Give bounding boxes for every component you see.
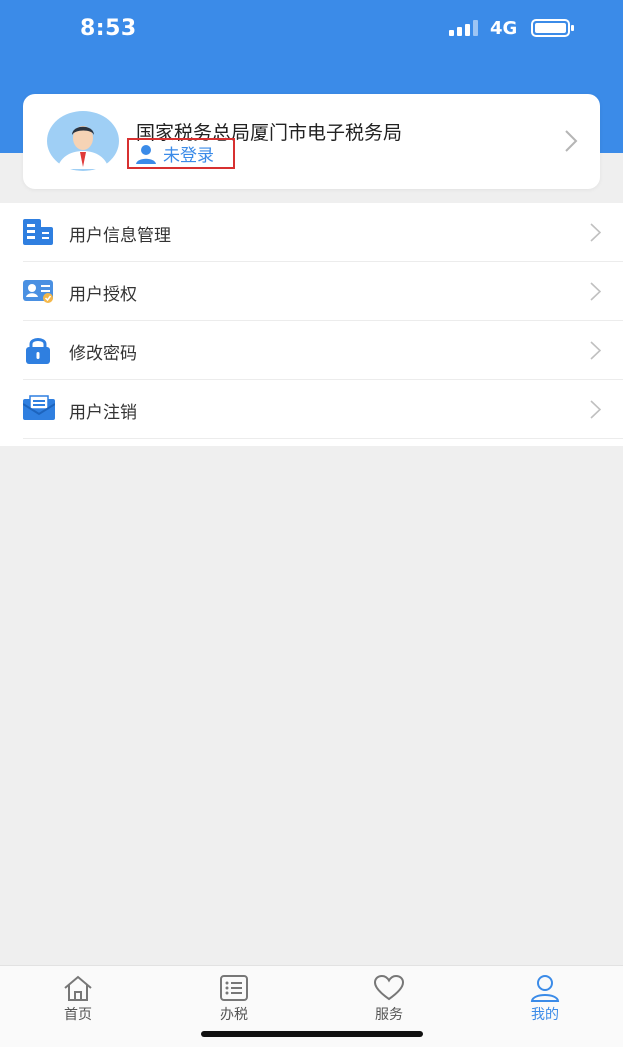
chevron-right-icon — [565, 130, 578, 152]
chevron-right-icon — [590, 400, 601, 419]
login-status-text: 未登录 — [163, 146, 214, 166]
chevron-right-icon — [590, 341, 601, 360]
tab-label: 我的 — [531, 1007, 559, 1023]
menu-item-change-password[interactable]: 修改密码 — [23, 321, 623, 380]
tab-label: 办税 — [220, 1007, 248, 1023]
battery-icon — [531, 19, 574, 37]
envelope-icon — [23, 395, 55, 420]
menu-item-deregister[interactable]: 用户注销 — [23, 380, 623, 439]
status-time: 8:53 — [80, 16, 137, 41]
person-icon — [136, 144, 156, 164]
home-indicator — [201, 1031, 423, 1037]
tab-mine[interactable]: 我的 — [505, 974, 585, 1024]
menu-item-user-info[interactable]: 用户信息管理 — [23, 203, 623, 262]
menu-label: 用户注销 — [69, 403, 137, 423]
tab-home[interactable]: 首页 — [38, 974, 118, 1024]
tab-label: 服务 — [375, 1007, 403, 1023]
heart-icon — [373, 974, 405, 1001]
status-bar: 8:53 4G — [0, 0, 623, 60]
person-icon — [530, 975, 560, 1002]
menu-item-authorization[interactable]: 用户授权 — [23, 262, 623, 321]
user-info-icon — [23, 219, 53, 245]
lock-icon — [26, 338, 50, 364]
tab-service[interactable]: 服务 — [349, 974, 429, 1024]
menu-label: 修改密码 — [69, 344, 137, 364]
signal-icon — [449, 20, 478, 36]
profile-card[interactable]: 国家税务总局厦门市电子税务局 未登录 — [23, 94, 600, 189]
menu-label: 用户授权 — [69, 285, 137, 305]
id-card-icon — [23, 280, 53, 303]
tab-tax[interactable]: 办税 — [194, 974, 274, 1024]
settings-menu: 用户信息管理 用户授权 修改密码 用户注销 — [0, 203, 623, 446]
list-icon — [220, 975, 248, 1001]
network-type: 4G — [490, 18, 518, 39]
avatar — [47, 111, 119, 171]
chevron-right-icon — [590, 282, 601, 301]
chevron-right-icon — [590, 223, 601, 242]
menu-label: 用户信息管理 — [69, 226, 171, 246]
home-icon — [64, 975, 92, 1001]
login-status[interactable]: 未登录 — [127, 138, 235, 169]
tab-label: 首页 — [64, 1007, 92, 1023]
